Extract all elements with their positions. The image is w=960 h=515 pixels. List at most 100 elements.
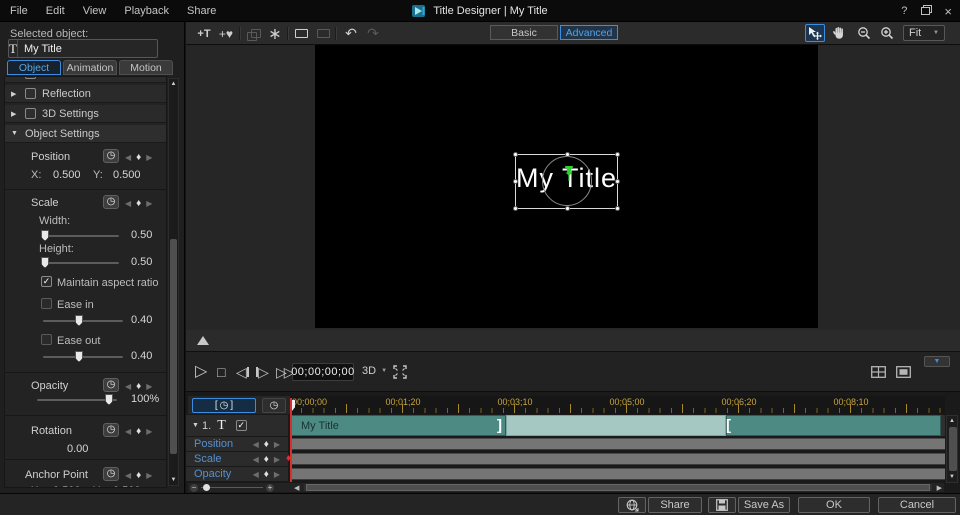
tv-safe-zone-icon[interactable] bbox=[896, 366, 911, 378]
keyframe-mode-button[interactable]: ◷ bbox=[262, 398, 286, 413]
close-button[interactable]: × bbox=[944, 4, 952, 19]
ok-button[interactable]: OK bbox=[798, 497, 870, 513]
scale-height-value[interactable]: 0.50 bbox=[131, 256, 152, 268]
scroll-down-icon[interactable]: ▼ bbox=[947, 474, 957, 480]
timeline-ruler[interactable]: 00;00;00 00;01;20 00;03;10 00;05;00 00;0… bbox=[290, 396, 945, 414]
selected-object-field[interactable]: T bbox=[8, 39, 158, 58]
menu-playback[interactable]: Playback bbox=[124, 5, 169, 17]
next-keyframe-icon[interactable]: ▶ bbox=[146, 427, 152, 436]
prev-keyframe-icon[interactable]: ◀ bbox=[125, 153, 131, 162]
position-y-value[interactable]: 0.500 bbox=[113, 169, 141, 181]
advanced-mode-button[interactable]: Advanced bbox=[560, 25, 618, 40]
seek-marker-icon[interactable] bbox=[197, 336, 209, 345]
scale-width-slider[interactable] bbox=[41, 235, 119, 237]
prev-keyframe-icon[interactable]: ◀ bbox=[125, 382, 131, 391]
ease-in-slider[interactable] bbox=[43, 320, 123, 322]
position-keyframe-track[interactable] bbox=[290, 438, 945, 450]
scale-keyframe-stopwatch-icon[interactable]: ◷ bbox=[103, 195, 119, 209]
zoom-fit-dropdown[interactable]: Fit ▼ bbox=[903, 25, 945, 41]
playhead-line[interactable] bbox=[290, 398, 292, 482]
reflection-checkbox[interactable] bbox=[25, 88, 36, 99]
effect-end-bracket[interactable]: [ bbox=[726, 416, 731, 435]
zoom-in-button[interactable] bbox=[877, 24, 897, 42]
title-clip-middle-segment[interactable] bbox=[506, 415, 726, 436]
position-x-value[interactable]: 0.500 bbox=[53, 169, 81, 181]
help-button[interactable]: ? bbox=[901, 5, 907, 17]
add-keyframe-icon[interactable]: ♦ bbox=[264, 454, 269, 465]
section-3d-settings[interactable]: ▶ 3D Settings bbox=[5, 105, 166, 123]
select-move-tool-button[interactable] bbox=[805, 24, 825, 42]
keyframe-range-button[interactable]: [◷] bbox=[192, 398, 256, 413]
next-keyframe-icon[interactable]: ▶ bbox=[274, 455, 280, 464]
share-icon-button[interactable] bbox=[618, 497, 646, 513]
scale-keyframe-track[interactable] bbox=[290, 453, 945, 465]
insert-particle-button[interactable]: ∗ bbox=[265, 25, 285, 42]
row-scale[interactable]: Scale ◀ ♦ ▶ bbox=[186, 452, 288, 467]
tab-animation[interactable]: Animation bbox=[63, 60, 117, 75]
resize-handle[interactable] bbox=[513, 206, 518, 211]
row-opacity[interactable]: Opacity ◀ ♦ ▶ bbox=[186, 467, 288, 482]
section-reflection[interactable]: ▶ Reflection bbox=[5, 85, 166, 103]
rotation-keyframe-stopwatch-icon[interactable]: ◷ bbox=[103, 423, 119, 437]
menu-share[interactable]: Share bbox=[187, 5, 216, 17]
scale-width-value[interactable]: 0.50 bbox=[131, 229, 152, 241]
play-button[interactable]: ▷ bbox=[195, 364, 207, 380]
resize-handle[interactable] bbox=[615, 152, 620, 157]
scroll-up-icon[interactable]: ▲ bbox=[947, 418, 957, 424]
ease-out-value[interactable]: 0.40 bbox=[131, 350, 152, 362]
prev-keyframe-icon[interactable]: ◀ bbox=[253, 470, 259, 479]
scroll-right-icon[interactable]: ▶ bbox=[937, 484, 942, 492]
scrollbar-thumb[interactable] bbox=[949, 427, 957, 471]
opacity-keyframe-stopwatch-icon[interactable]: ◷ bbox=[103, 378, 119, 392]
section-object-settings[interactable]: ▼ Object Settings bbox=[5, 125, 166, 143]
scroll-up-icon[interactable]: ▲ bbox=[169, 81, 178, 87]
prev-keyframe-icon[interactable]: ◀ bbox=[125, 427, 131, 436]
anchor-y-value[interactable]: 0.500 bbox=[113, 485, 141, 488]
object-name-input[interactable] bbox=[18, 43, 172, 55]
add-keyframe-icon[interactable]: ♦ bbox=[264, 469, 269, 480]
preview-seekbar[interactable] bbox=[186, 330, 960, 352]
timeline-zoom-slider[interactable] bbox=[201, 487, 263, 488]
anchor-x-value[interactable]: 0.500 bbox=[53, 485, 81, 488]
fullscreen-icon[interactable] bbox=[393, 365, 407, 379]
previous-frame-button[interactable]: ◁ bbox=[236, 364, 249, 380]
expander-icon[interactable]: ▼ bbox=[11, 130, 19, 137]
opacity-slider[interactable] bbox=[37, 399, 117, 401]
tab-object[interactable]: Object bbox=[7, 60, 61, 75]
zoom-slider-thumb[interactable] bbox=[203, 484, 210, 491]
next-keyframe-icon[interactable]: ▶ bbox=[274, 470, 280, 479]
add-keyframe-icon[interactable]: ♦ bbox=[136, 152, 141, 163]
ease-in-value[interactable]: 0.40 bbox=[131, 314, 152, 326]
background-button[interactable] bbox=[291, 25, 311, 42]
track-header[interactable]: ▼ 1. T ✓ bbox=[186, 415, 288, 437]
track-enable-checkbox[interactable]: ✓ bbox=[236, 420, 247, 431]
resize-handle[interactable] bbox=[615, 179, 620, 184]
resize-handle[interactable] bbox=[565, 152, 570, 157]
prev-keyframe-icon[interactable]: ◀ bbox=[253, 455, 259, 464]
tab-motion[interactable]: Motion bbox=[119, 60, 173, 75]
menu-file[interactable]: File bbox=[10, 5, 28, 17]
add-keyframe-icon[interactable]: ♦ bbox=[264, 439, 269, 450]
scale-height-slider[interactable] bbox=[41, 262, 119, 264]
insert-image-button[interactable]: +♥ bbox=[216, 25, 236, 42]
add-keyframe-icon[interactable]: ♦ bbox=[136, 426, 141, 437]
undo-button[interactable]: ↶ bbox=[341, 25, 361, 42]
resize-handle[interactable] bbox=[513, 152, 518, 157]
pan-tool-button[interactable] bbox=[829, 24, 849, 42]
grid-toggle-icon[interactable] bbox=[871, 366, 886, 378]
ease-out-slider[interactable] bbox=[43, 356, 123, 358]
effect-start-bracket[interactable]: ] bbox=[497, 416, 502, 435]
fast-forward-button[interactable]: ▷▷ bbox=[276, 364, 292, 380]
next-keyframe-icon[interactable]: ▶ bbox=[146, 199, 152, 208]
timeline-vertical-scrollbar[interactable]: ▲ ▼ bbox=[946, 415, 958, 483]
add-keyframe-icon[interactable]: ♦ bbox=[136, 381, 141, 392]
collapse-panel-button[interactable]: ▼ bbox=[924, 356, 950, 367]
cancel-button[interactable]: Cancel bbox=[878, 497, 956, 513]
restore-window-button[interactable] bbox=[921, 7, 930, 15]
track-expander-icon[interactable]: ▼ bbox=[192, 422, 200, 429]
anchor-pin-icon[interactable] bbox=[562, 165, 576, 183]
zoom-out-button[interactable] bbox=[854, 24, 874, 42]
next-keyframe-icon[interactable]: ▶ bbox=[146, 153, 152, 162]
timeline-horizontal-scrollbar[interactable] bbox=[304, 484, 932, 491]
prev-keyframe-icon[interactable]: ◀ bbox=[253, 440, 259, 449]
